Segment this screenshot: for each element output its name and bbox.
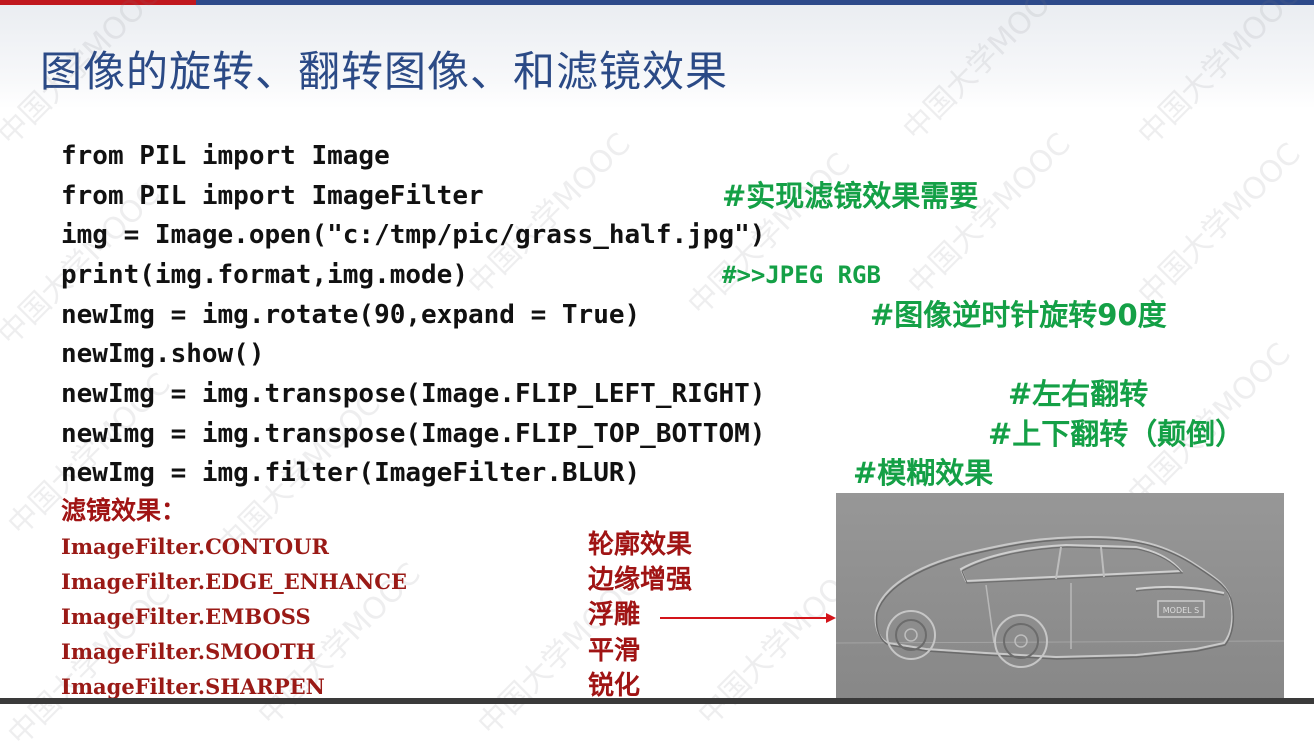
filter-name-edge-enhance: ImageFilter.EDGE_ENHANCE	[61, 569, 407, 594]
comment-flip-lr: #左右翻转	[1008, 377, 1149, 411]
code-line-import-image: from PIL import Image	[61, 141, 390, 171]
filter-desc-sharpen: 锐化	[588, 671, 641, 701]
code-line-flip-tb: newImg = img.transpose(Image.FLIP_TOP_BO…	[61, 419, 766, 449]
comment-import-filter: #实现滤镜效果需要	[722, 179, 979, 213]
embossed-car-picture: MODEL S	[836, 493, 1284, 704]
filter-name-contour: ImageFilter.CONTOUR	[61, 534, 329, 559]
filter-desc-contour: 轮廓效果	[588, 530, 693, 560]
code-line-import-filter: from PIL import ImageFilter	[61, 181, 484, 211]
comment-blur: #模糊效果	[853, 456, 994, 490]
filters-heading: 滤镜效果：	[61, 496, 187, 525]
comment-flip-tb: #上下翻转（颠倒）	[988, 417, 1245, 451]
watermark: 中国大学MOOC	[1131, 136, 1308, 313]
comment-print-output: #>>JPEG RGB	[722, 261, 881, 289]
filter-name-emboss: ImageFilter.EMBOSS	[61, 604, 311, 629]
code-line-print: print(img.format,img.mode)	[61, 260, 468, 290]
filter-desc-edge-enhance: 边缘增强	[588, 565, 693, 595]
license-plate-text: MODEL S	[1163, 606, 1200, 615]
code-line-flip-lr: newImg = img.transpose(Image.FLIP_LEFT_R…	[61, 379, 766, 409]
filter-desc-smooth: 平滑	[588, 636, 641, 666]
code-line-show: newImg.show()	[61, 339, 265, 369]
code-line-blur: newImg = img.filter(ImageFilter.BLUR)	[61, 458, 641, 488]
arrow-right-icon	[660, 613, 836, 623]
filter-name-smooth: ImageFilter.SMOOTH	[61, 639, 316, 664]
bottom-strip	[0, 698, 1314, 704]
emboss-example-image: MODEL S	[836, 493, 1284, 704]
comment-rotate: #图像逆时针旋转90度	[870, 298, 1167, 332]
filter-desc-emboss: 浮雕	[588, 600, 641, 630]
code-line-open: img = Image.open("c:/tmp/pic/grass_half.…	[61, 220, 766, 250]
filter-name-sharpen: ImageFilter.SHARPEN	[61, 674, 325, 699]
code-line-rotate: newImg = img.rotate(90,expand = True)	[61, 300, 641, 330]
slide-title: 图像的旋转、翻转图像、和滤镜效果	[40, 47, 729, 96]
watermark: 中国大学MOOC	[461, 126, 638, 303]
